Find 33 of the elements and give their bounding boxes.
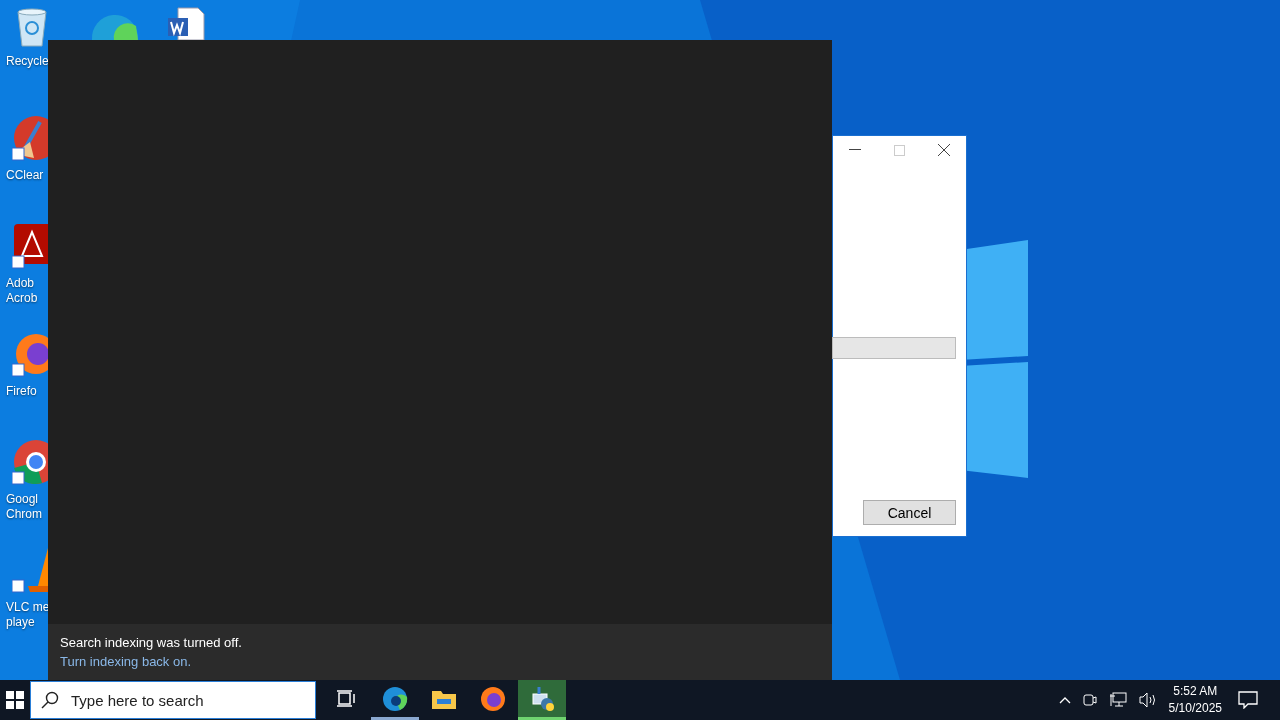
fox-globe-icon <box>480 685 506 712</box>
icon-label[interactable]: Adob <box>6 276 35 291</box>
clock-date[interactable]: 5/10/2025 <box>1168 700 1222 717</box>
search-field[interactable]: Type here to search <box>69 690 303 710</box>
folder-icon <box>432 688 456 709</box>
indexing-link[interactable]: Turn indexing back on. <box>60 654 192 669</box>
notice-text: Search indexing was turned off. <box>60 635 242 650</box>
setup-icon <box>529 685 555 712</box>
maximize-icon <box>894 144 905 156</box>
windows-start-icon[interactable] <box>6 691 24 709</box>
icon-label[interactable]: CClear <box>6 168 44 183</box>
camera-icon[interactable] <box>1082 692 1097 708</box>
close-icon[interactable] <box>938 144 950 156</box>
icon-label[interactable]: Firefo <box>6 384 37 399</box>
notification-icon[interactable] <box>1238 691 1258 709</box>
clock-time[interactable]: 5:52 AM <box>1173 683 1218 700</box>
icon-label[interactable]: Googl <box>6 492 39 507</box>
minimize-icon[interactable] <box>849 149 861 151</box>
speaker-icon[interactable] <box>1138 692 1157 708</box>
browser-icon <box>382 685 408 712</box>
network-icon[interactable] <box>1108 692 1127 708</box>
icon-label[interactable]: Recycle <box>6 54 49 69</box>
search-icon <box>41 691 59 709</box>
icon-label[interactable]: Acrob <box>6 291 38 306</box>
icon-label[interactable]: Chrom <box>6 507 42 522</box>
pdf-icon <box>12 222 48 270</box>
icon-label[interactable]: playe <box>6 615 35 630</box>
task-view-icon <box>336 689 356 708</box>
search-bar[interactable]: Type here to search <box>30 681 316 719</box>
chevron-up-icon[interactable] <box>1058 696 1071 704</box>
cancel-button[interactable]: Cancel <box>863 500 956 525</box>
icon-label[interactable]: VLC me <box>6 600 50 615</box>
document-icon <box>166 6 206 40</box>
